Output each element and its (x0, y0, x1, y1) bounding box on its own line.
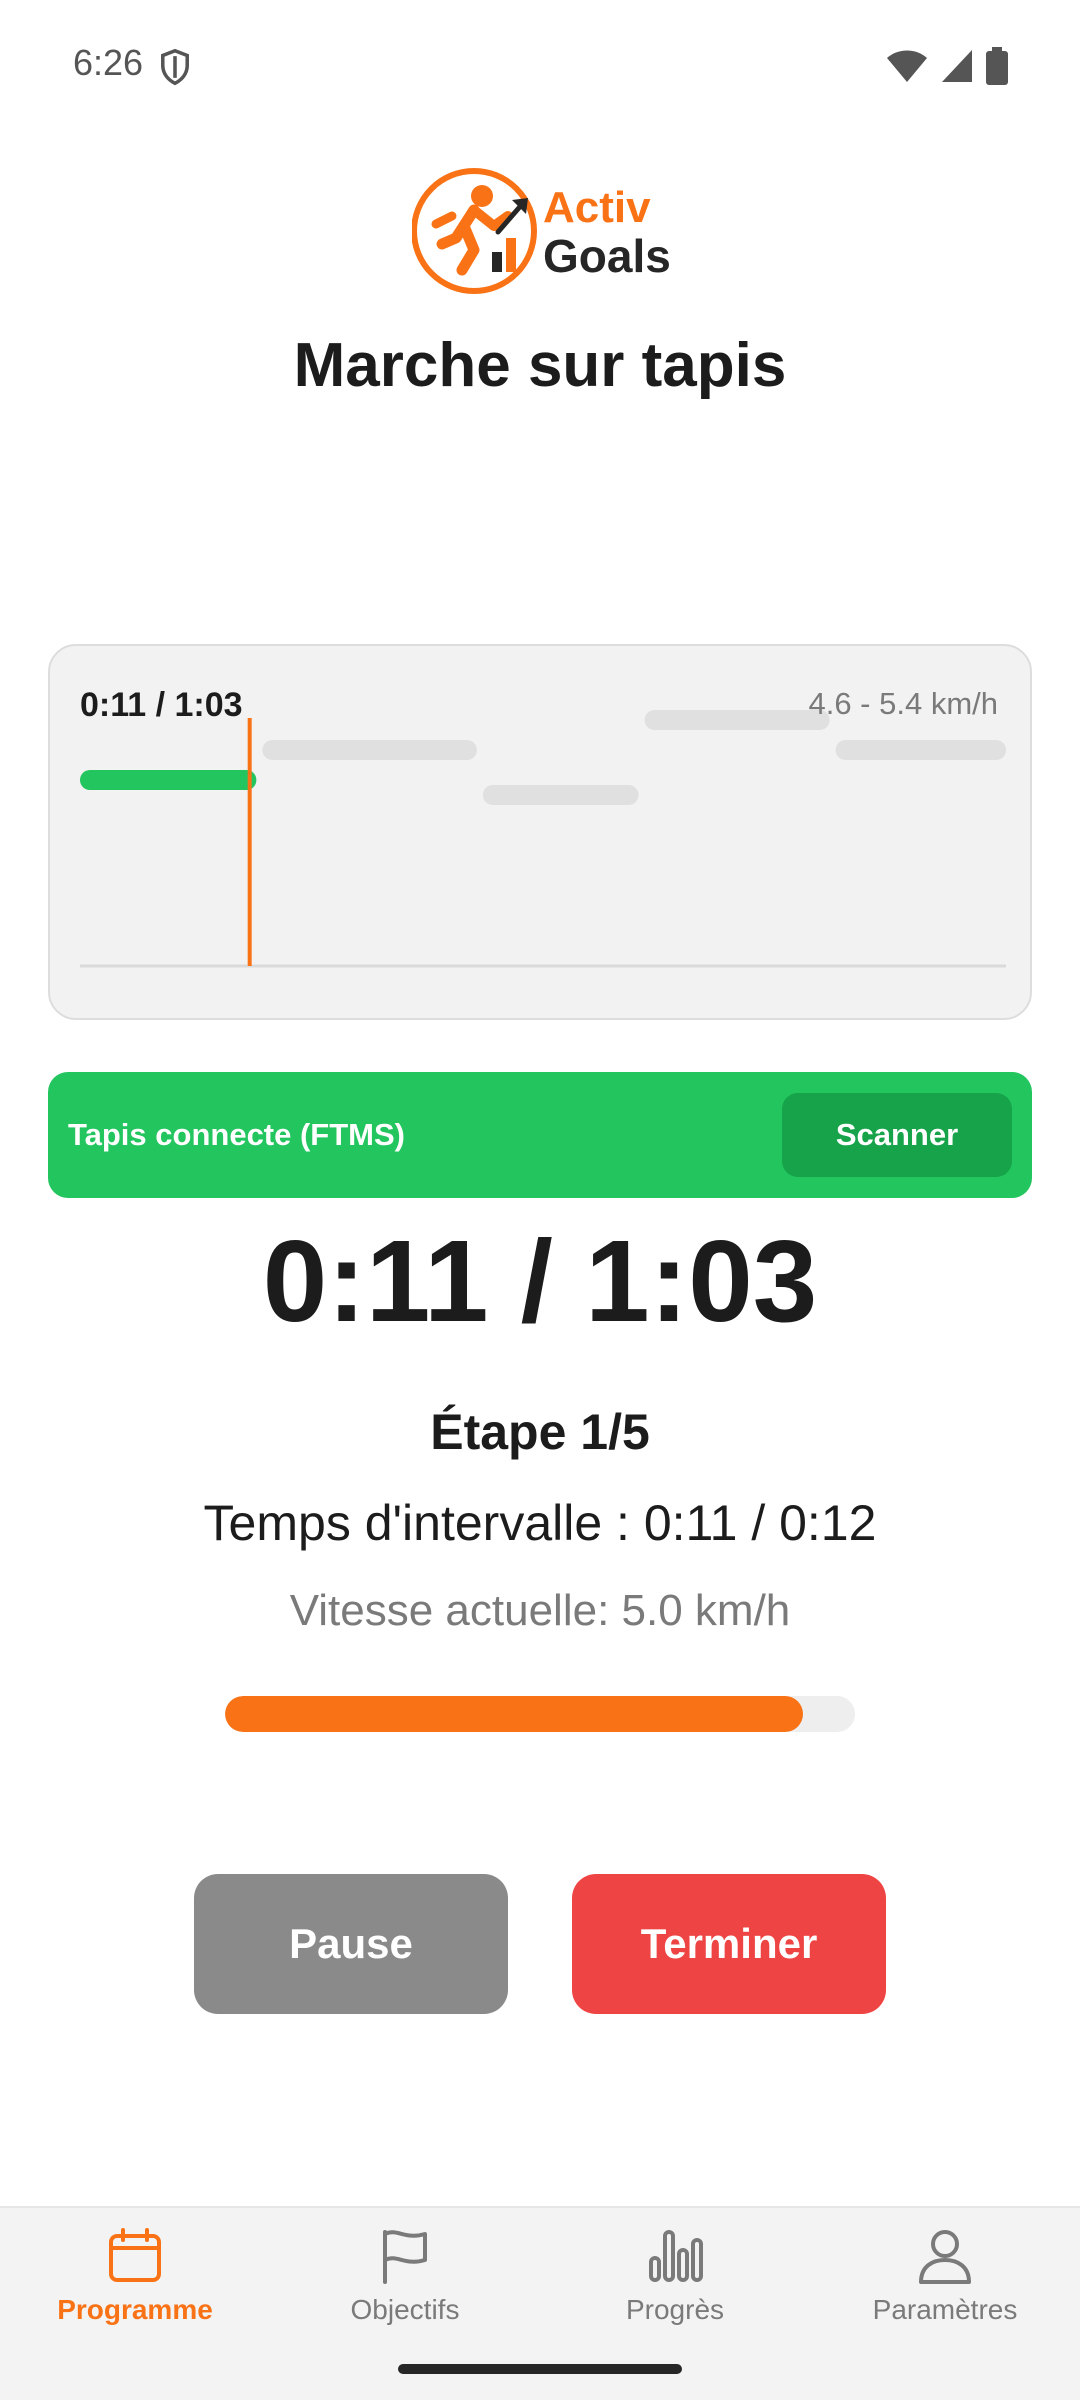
nav-label-programme: Programme (57, 2294, 213, 2325)
nav-item-programme[interactable]: Programme (0, 2224, 270, 2344)
step-indicator: Étape 1/5 (430, 1404, 650, 1460)
bar-chart-icon (649, 2230, 703, 2282)
nav-item-parametres[interactable]: Paramètres (810, 2224, 1080, 2344)
pause-button[interactable]: Pause (194, 1874, 508, 2014)
session-timer: 0:11 / 1:03 (262, 1216, 818, 1346)
chart-segment-2 (262, 740, 477, 760)
cell-signal-icon (942, 50, 972, 82)
logo-wordmark-goals: Goals (543, 230, 671, 282)
flag-icon (383, 2230, 427, 2284)
chart-speed-range: 4.6 - 5.4 km/h (808, 686, 998, 721)
nav-label-progres: Progrès (625, 2294, 725, 2325)
interval-time: Temps d'intervalle : 0:11 / 0:12 (203, 1495, 877, 1551)
finish-button[interactable]: Terminer (572, 1874, 886, 2014)
connection-status-text: Tapis connecte (FTMS) (68, 1117, 406, 1152)
chart-segment-4 (644, 710, 830, 730)
status-time: 6:26 (73, 42, 144, 83)
nav-label-objectifs: Objectifs (350, 2294, 460, 2325)
page-title: Marche sur tapis (293, 331, 787, 400)
wifi-icon (887, 50, 927, 82)
scanner-button[interactable]: Scanner (782, 1093, 1012, 1177)
status-icons (886, 46, 1008, 86)
chart-elapsed-time: 0:11 / 1:03 (80, 686, 243, 724)
logo-wordmark-activ: Activ (543, 183, 651, 232)
chart-segment-1 (80, 770, 257, 790)
current-speed: Vitesse actuelle: 5.0 km/h (289, 1586, 791, 1635)
nav-label-parametres: Paramètres (872, 2294, 1018, 2325)
nav-item-objectifs[interactable]: Objectifs (270, 2224, 540, 2344)
battery-icon (986, 47, 1008, 85)
interval-progress-bar (225, 1696, 855, 1732)
interval-progress-fill (225, 1696, 803, 1732)
nav-item-progres[interactable]: Progrès (540, 2224, 810, 2344)
chart-segment-5 (835, 740, 1006, 760)
person-icon (919, 2230, 971, 2284)
gesture-handle (398, 2364, 682, 2374)
calendar-icon (109, 2228, 161, 2282)
chart-segment-3 (482, 785, 639, 805)
shield-icon (161, 48, 189, 86)
